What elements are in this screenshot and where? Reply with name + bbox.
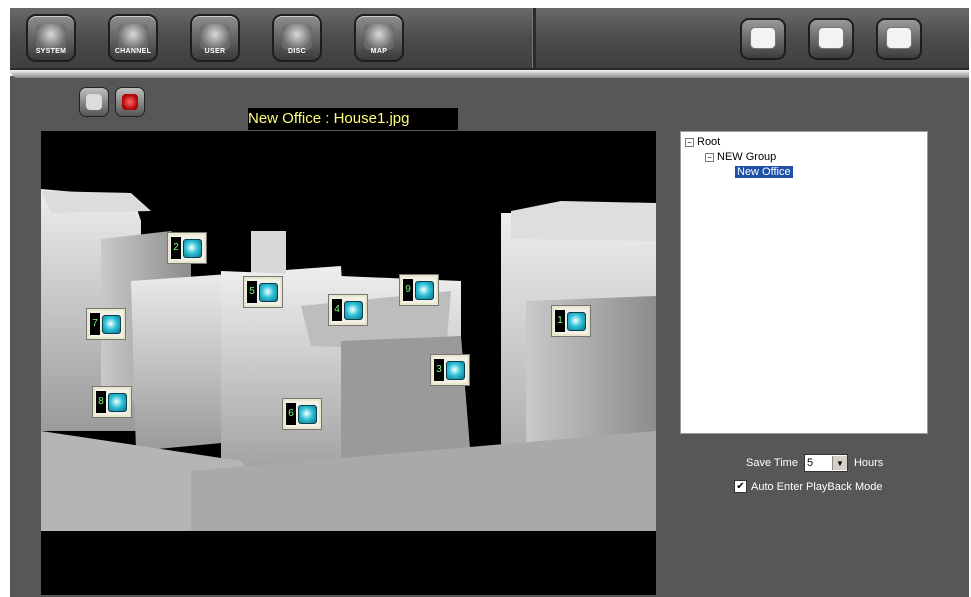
toolbar-divider [532, 8, 536, 68]
channel-button-label: CHANNEL [114, 48, 152, 55]
tree-node-group[interactable]: − NEW Group [705, 151, 776, 163]
camera-marker-number: 3 [434, 359, 444, 381]
save-time-label: Save Time [746, 457, 798, 469]
camera-marker-2[interactable]: 2 [168, 233, 206, 263]
user-icon [200, 24, 230, 50]
alarm-icon [122, 94, 138, 110]
system-button[interactable]: SYSTEM [26, 14, 76, 62]
camera-icon [183, 238, 202, 258]
camera-icon [298, 404, 317, 424]
auto-enter-row: ✔ Auto Enter PlayBack Mode [734, 480, 882, 493]
camera-marker-1[interactable]: 1 [552, 306, 590, 336]
alarm-mode-button[interactable] [115, 87, 145, 117]
camera-marker-8[interactable]: 8 [93, 387, 131, 417]
keyboard-button[interactable] [740, 18, 786, 60]
camera-icon [102, 314, 121, 334]
camera-icon [108, 392, 127, 412]
save-time-value: 5 [806, 457, 814, 469]
group-tree[interactable]: − Root − NEW Group New Office [680, 131, 928, 434]
tree-node-label: NEW Group [717, 151, 777, 163]
map-title: New Office : House1.jpg [248, 108, 458, 130]
camera-marker-3[interactable]: 3 [431, 355, 469, 385]
tree-node-label: New Office [735, 166, 793, 178]
collapse-icon[interactable]: − [705, 152, 714, 162]
camera-icon [118, 24, 148, 50]
save-time-unit: Hours [853, 457, 884, 469]
channel-button[interactable]: CHANNEL [108, 14, 158, 62]
camera-marker-6[interactable]: 6 [283, 399, 321, 429]
camera-marker-number: 2 [171, 237, 181, 259]
map-view[interactable]: 2 5 4 9 7 1 3 8 6 [41, 131, 656, 595]
save-time-dropdown[interactable]: 5 ▼ [803, 454, 848, 472]
tree-node-root[interactable]: − Root [685, 136, 720, 148]
save-time-row: Save Time 5 ▼ Hours [746, 454, 883, 472]
camera-marker-4[interactable]: 4 [329, 295, 367, 325]
tree-node-label: Root [697, 136, 721, 148]
camera-marker-number: 1 [555, 310, 565, 332]
user-button-label: USER [204, 48, 226, 55]
building-map-image [41, 131, 656, 595]
main-toolbar: SYSTEM CHANNEL USER DISC MAP [10, 8, 969, 70]
disc-button[interactable]: DISC [272, 14, 322, 62]
auto-enter-checkbox[interactable]: ✔ [734, 480, 747, 493]
camera-mode-button[interactable] [79, 87, 109, 117]
camera-icon [344, 300, 363, 320]
map-button-label: MAP [370, 48, 388, 55]
camera-icon [86, 94, 102, 110]
camera-marker-number: 4 [332, 299, 342, 321]
camera-icon [415, 280, 434, 300]
camera-marker-number: 9 [403, 279, 413, 301]
chevron-down-icon[interactable]: ▼ [831, 456, 847, 470]
power-button[interactable] [876, 18, 922, 60]
camera-marker-number: 6 [286, 403, 296, 425]
auto-enter-label: Auto Enter PlayBack Mode [751, 480, 883, 493]
app-window: SYSTEM CHANNEL USER DISC MAP New Office … [0, 0, 971, 597]
camera-marker-number: 5 [247, 281, 257, 303]
camera-marker-9[interactable]: 9 [400, 275, 438, 305]
camera-marker-7[interactable]: 7 [87, 309, 125, 339]
keyboard-icon [750, 27, 776, 49]
map-button[interactable]: MAP [354, 14, 404, 62]
tree-node-office[interactable]: New Office [735, 166, 793, 178]
camera-icon [259, 282, 278, 302]
camera-marker-5[interactable]: 5 [244, 277, 282, 307]
system-button-label: SYSTEM [35, 48, 67, 55]
system-icon [36, 24, 66, 50]
user-button[interactable]: USER [190, 14, 240, 62]
camera-marker-number: 7 [90, 313, 100, 335]
map-icon [364, 24, 394, 50]
disc-icon [282, 24, 312, 50]
save-icon [818, 27, 844, 49]
power-icon [886, 27, 912, 49]
camera-icon [567, 311, 586, 331]
save-button[interactable] [808, 18, 854, 60]
disc-button-label: DISC [288, 48, 306, 55]
toolbar-sweep [10, 70, 969, 78]
collapse-icon[interactable]: − [685, 137, 694, 147]
camera-marker-number: 8 [96, 391, 106, 413]
camera-icon [446, 360, 465, 380]
